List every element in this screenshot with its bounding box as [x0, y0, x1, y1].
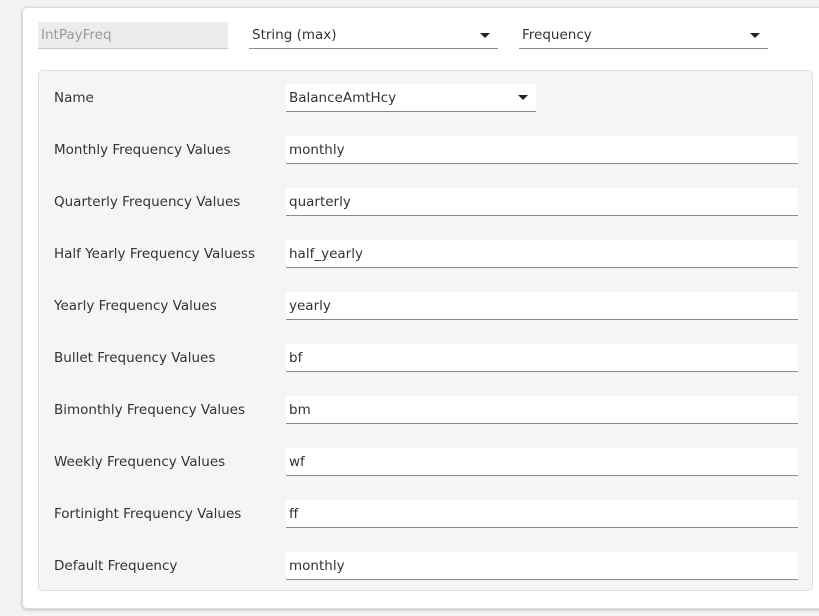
input-value: yearly — [289, 297, 331, 314]
field-name-input: IntPayFreq — [38, 22, 228, 49]
input-value: wf — [289, 453, 305, 470]
input-value: half_yearly — [289, 245, 363, 262]
caret-down-icon — [518, 95, 528, 100]
input-value: monthly — [289, 557, 345, 574]
name-select[interactable]: BalanceAmtHcy — [286, 84, 536, 112]
quarterly-frequency-input[interactable]: quarterly — [286, 188, 798, 216]
input-value: ff — [289, 505, 299, 522]
category-select[interactable]: Frequency — [519, 22, 768, 49]
fortnight-frequency-input[interactable]: ff — [286, 500, 798, 528]
name-label: Name — [54, 89, 94, 106]
caret-down-icon — [750, 33, 760, 38]
input-value: bf — [289, 349, 303, 366]
row-label: Yearly Frequency Values — [54, 297, 217, 314]
monthly-frequency-input[interactable]: monthly — [286, 136, 798, 164]
yearly-frequency-input[interactable]: yearly — [286, 292, 798, 320]
input-value: monthly — [289, 141, 345, 158]
row-label: Default Frequency — [54, 557, 178, 574]
data-type-value: String (max) — [252, 27, 337, 43]
weekly-frequency-input[interactable]: wf — [286, 448, 798, 476]
row-label: Half Yearly Frequency Valuess — [54, 245, 256, 262]
field-name-value: IntPayFreq — [41, 27, 112, 43]
input-value: bm — [289, 401, 311, 418]
name-select-value: BalanceAmtHcy — [289, 89, 397, 106]
bullet-frequency-input[interactable]: bf — [286, 344, 798, 372]
input-value: quarterly — [289, 193, 351, 210]
data-type-select[interactable]: String (max) — [249, 22, 498, 49]
row-label: Monthly Frequency Values — [54, 141, 231, 158]
default-frequency-input[interactable]: monthly — [286, 552, 798, 580]
category-value: Frequency — [522, 27, 592, 43]
half-yearly-frequency-input[interactable]: half_yearly — [286, 240, 798, 268]
row-label: Bullet Frequency Values — [54, 349, 216, 366]
row-label: Weekly Frequency Values — [54, 453, 226, 470]
row-label: Bimonthly Frequency Values — [54, 401, 245, 418]
caret-down-icon — [480, 33, 490, 38]
row-label: Quarterly Frequency Values — [54, 193, 241, 210]
bimonthly-frequency-input[interactable]: bm — [286, 396, 798, 424]
row-label: Fortinight Frequency Values — [54, 505, 242, 522]
